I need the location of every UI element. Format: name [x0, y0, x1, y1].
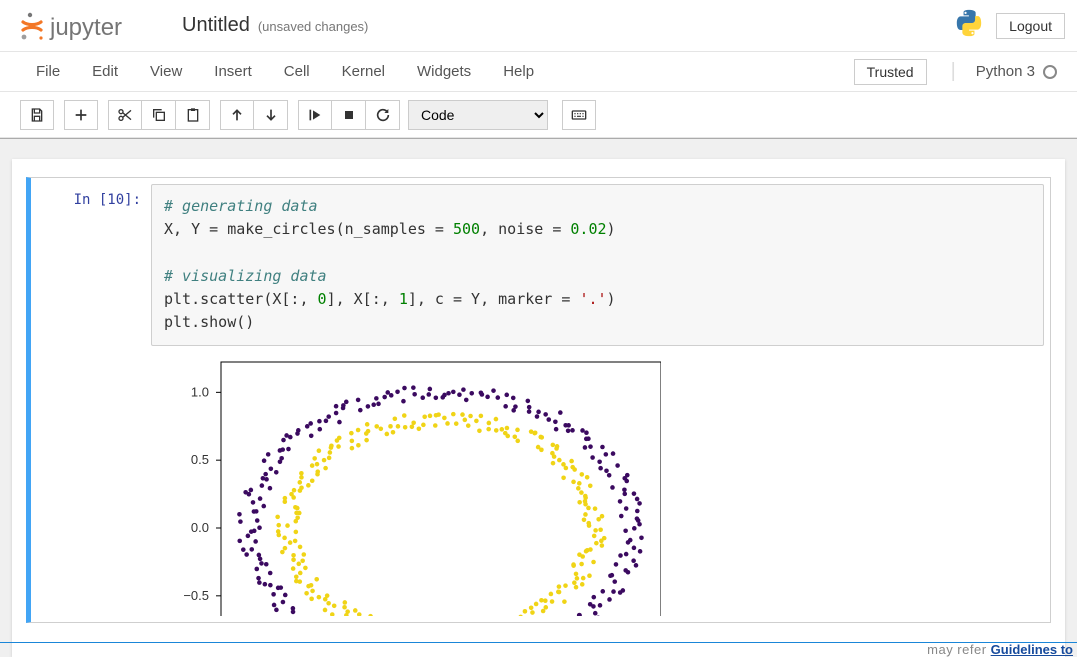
- save-icon: [29, 107, 45, 123]
- save-button[interactable]: [20, 100, 54, 130]
- footer-fragment: may refer Guidelines to: [927, 642, 1073, 657]
- kernel-idle-icon: [1043, 65, 1057, 79]
- restart-icon: [375, 107, 391, 123]
- restart-button[interactable]: [366, 100, 400, 130]
- svg-text:−0.5: −0.5: [183, 587, 209, 602]
- code-input[interactable]: # generating data X, Y = make_circles(n_…: [151, 184, 1044, 346]
- python-logo-icon: [954, 8, 984, 43]
- notebook-title[interactable]: Untitled: [182, 14, 250, 37]
- insert-cell-button[interactable]: [64, 100, 98, 130]
- menu-insert[interactable]: Insert: [198, 63, 268, 80]
- move-down-button[interactable]: [254, 100, 288, 130]
- run-button[interactable]: [298, 100, 332, 130]
- cell-output: 1.0 0.5 0.0 −0.5: [151, 346, 1044, 616]
- menu-help[interactable]: Help: [487, 63, 550, 80]
- scatter-plot: 1.0 0.5 0.0 −0.5: [151, 356, 661, 616]
- svg-text:0.5: 0.5: [191, 452, 209, 467]
- menu-kernel[interactable]: Kernel: [326, 63, 401, 80]
- paste-icon: [185, 107, 201, 123]
- save-status: (unsaved changes): [258, 19, 369, 34]
- scissors-icon: [117, 107, 133, 123]
- code-cell[interactable]: In [10]: # generating data X, Y = make_c…: [26, 177, 1051, 623]
- arrow-up-icon: [229, 107, 245, 123]
- cut-button[interactable]: [108, 100, 142, 130]
- menu-cell[interactable]: Cell: [268, 63, 326, 80]
- cell-prompt: In [10]:: [31, 184, 151, 616]
- page-divider: [0, 642, 1077, 643]
- run-icon: [307, 107, 323, 123]
- menu-view[interactable]: View: [134, 63, 198, 80]
- copy-icon: [151, 107, 167, 123]
- menu-widgets[interactable]: Widgets: [401, 63, 487, 80]
- keyboard-icon: [571, 107, 587, 123]
- stop-icon: [341, 107, 357, 123]
- logout-button[interactable]: Logout: [996, 13, 1065, 39]
- cell-type-select[interactable]: Code: [408, 100, 548, 130]
- copy-button[interactable]: [142, 100, 176, 130]
- stop-button[interactable]: [332, 100, 366, 130]
- kernel-label[interactable]: Python 3: [976, 63, 1057, 80]
- move-up-button[interactable]: [220, 100, 254, 130]
- kernel-text: Python 3: [976, 63, 1035, 80]
- menu-edit[interactable]: Edit: [76, 63, 134, 80]
- command-palette-button[interactable]: [562, 100, 596, 130]
- notebook-container: In [10]: # generating data X, Y = make_c…: [0, 138, 1077, 657]
- svg-text:jupyter: jupyter: [49, 14, 122, 41]
- plus-icon: [73, 107, 89, 123]
- svg-text:1.0: 1.0: [191, 384, 209, 399]
- paste-button[interactable]: [176, 100, 210, 130]
- separator: |: [951, 60, 956, 83]
- menu-file[interactable]: File: [20, 63, 76, 80]
- trusted-button[interactable]: Trusted: [854, 59, 927, 85]
- arrow-down-icon: [263, 107, 279, 123]
- jupyter-logo[interactable]: jupyter: [20, 9, 160, 43]
- svg-text:0.0: 0.0: [191, 520, 209, 535]
